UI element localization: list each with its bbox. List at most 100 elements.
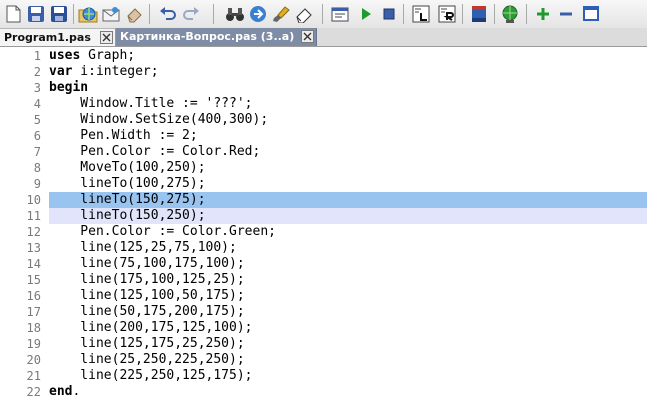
code-text: Pen.Color := Color.Green; [49, 224, 276, 239]
line-number-gutter: 1 2 3 4 5 6 7 8 9 10 11 12 13 14 15 16 1… [0, 47, 46, 406]
close-icon [303, 32, 312, 41]
code-line-current[interactable]: lineTo(150,275); [49, 192, 647, 208]
keyword: uses [49, 48, 81, 63]
stop-button[interactable] [378, 3, 400, 25]
run-button[interactable] [355, 3, 377, 25]
toolbar-separator [213, 4, 214, 24]
toolbar-separator [149, 4, 150, 24]
toolbar-separator [526, 4, 527, 24]
code-line[interactable]: Pen.Width := 2; [49, 128, 647, 144]
line-number: 8 [33, 161, 41, 175]
code-line[interactable]: Pen.Color := Color.Red; [49, 144, 647, 160]
code-text: lineTo(150,275); [49, 192, 206, 207]
globe-folder-icon [78, 7, 98, 23]
code-text: . [72, 384, 81, 399]
input-window-button[interactable] [410, 3, 432, 25]
email-button[interactable] [100, 3, 122, 25]
goto-icon [250, 6, 266, 22]
line-number: 19 [26, 337, 41, 351]
code-text: line(175,100,125,25); [49, 272, 245, 287]
plus-icon [537, 8, 549, 20]
code-text: line(125,25,75,100); [49, 240, 237, 255]
output-window-icon [438, 5, 456, 23]
tab-label: Картинка-Вопрос.pas (3..a) [120, 30, 295, 43]
line-number: 6 [33, 129, 41, 143]
close-tab-button[interactable] [301, 30, 314, 43]
brush-icon [273, 6, 290, 22]
code-text: lineTo(150,250); [49, 208, 206, 223]
code-text: MoveTo(100,250); [49, 160, 206, 175]
open-web-button[interactable] [77, 3, 99, 25]
add-button[interactable] [532, 3, 554, 25]
tab-program1[interactable]: Program1.pas [0, 28, 116, 46]
code-line[interactable]: line(200,175,125,100); [49, 320, 647, 336]
toolbar [0, 0, 647, 29]
keyword: end [49, 384, 73, 399]
erase-button[interactable] [293, 3, 315, 25]
code-text: Pen.Color := Color.Red; [49, 144, 261, 159]
code-line[interactable]: end. [49, 384, 647, 400]
code-text: line(50,175,200,175); [49, 304, 245, 319]
code-line[interactable]: begin [49, 80, 647, 96]
tab-kartinka-vopros[interactable]: Картинка-Вопрос.pas (3..a) [116, 28, 317, 46]
find-button[interactable] [224, 3, 246, 25]
code-line[interactable]: line(225,250,125,175); [49, 368, 647, 384]
code-text: Pen.Width := 2; [49, 128, 198, 143]
line-number: 7 [33, 145, 41, 159]
redo-button[interactable] [180, 3, 202, 25]
compile-button[interactable] [329, 3, 351, 25]
network-button[interactable] [499, 3, 521, 25]
code-line[interactable]: uses Graph; [49, 48, 647, 64]
code-text: Window.SetSize(400,300); [49, 112, 269, 127]
code-line[interactable]: lineTo(100,275); [49, 176, 647, 192]
eraser-icon [127, 8, 142, 23]
line-number: 9 [33, 177, 41, 191]
code-line[interactable]: line(125,100,50,175); [49, 288, 647, 304]
undo-button[interactable] [157, 3, 179, 25]
line-number: 11 [26, 209, 41, 223]
code-text: i:integer; [72, 64, 159, 79]
close-icon [102, 33, 111, 42]
code-line[interactable]: MoveTo(100,250); [49, 160, 647, 176]
save-all-button[interactable] [48, 3, 70, 25]
code-line[interactable]: line(25,250,225,250); [49, 352, 647, 368]
new-file-button[interactable] [2, 3, 24, 25]
redo-icon [183, 7, 199, 20]
code-line[interactable]: line(75,100,175,100); [49, 256, 647, 272]
keyword: begin [49, 80, 89, 95]
tab-label: Program1.pas [4, 31, 91, 44]
rubber-icon [296, 8, 312, 23]
format-button[interactable] [270, 3, 292, 25]
close-tab-button[interactable] [100, 31, 113, 44]
stop-icon [383, 8, 395, 20]
database-button[interactable] [468, 3, 490, 25]
code-line-selected[interactable]: lineTo(150,250); [49, 208, 647, 224]
toolbar-separator [73, 4, 74, 24]
code-line[interactable]: Window.SetSize(400,300); [49, 112, 647, 128]
code-line[interactable]: line(50,175,200,175); [49, 304, 647, 320]
tab-bar: Program1.pas Картинка-Вопрос.pas (3..a) [0, 28, 647, 47]
network-icon [502, 5, 518, 23]
line-number: 14 [26, 257, 41, 271]
code-line[interactable]: Window.Title := '???'; [49, 96, 647, 112]
code-editor[interactable]: 1 2 3 4 5 6 7 8 9 10 11 12 13 14 15 16 1… [0, 47, 647, 406]
minus-icon [560, 12, 572, 16]
code-line[interactable]: line(125,25,75,100); [49, 240, 647, 256]
save-all-icon [51, 6, 67, 22]
code-text: line(225,250,125,175); [49, 368, 253, 383]
output-window-button[interactable] [436, 3, 458, 25]
code-line[interactable]: line(125,175,25,250); [49, 336, 647, 352]
code-line[interactable]: Pen.Color := Color.Green; [49, 224, 647, 240]
remove-button[interactable] [555, 3, 577, 25]
code-line[interactable]: var i:integer; [49, 64, 647, 80]
line-number: 16 [26, 289, 41, 303]
goto-button[interactable] [247, 3, 269, 25]
line-number: 2 [33, 65, 41, 79]
line-number: 22 [26, 385, 41, 399]
window-button[interactable] [580, 3, 602, 25]
clear-button[interactable] [123, 3, 145, 25]
toolbar-separator [322, 4, 323, 24]
code-line[interactable]: line(175,100,125,25); [49, 272, 647, 288]
line-number: 21 [26, 369, 41, 383]
save-button[interactable] [25, 3, 47, 25]
